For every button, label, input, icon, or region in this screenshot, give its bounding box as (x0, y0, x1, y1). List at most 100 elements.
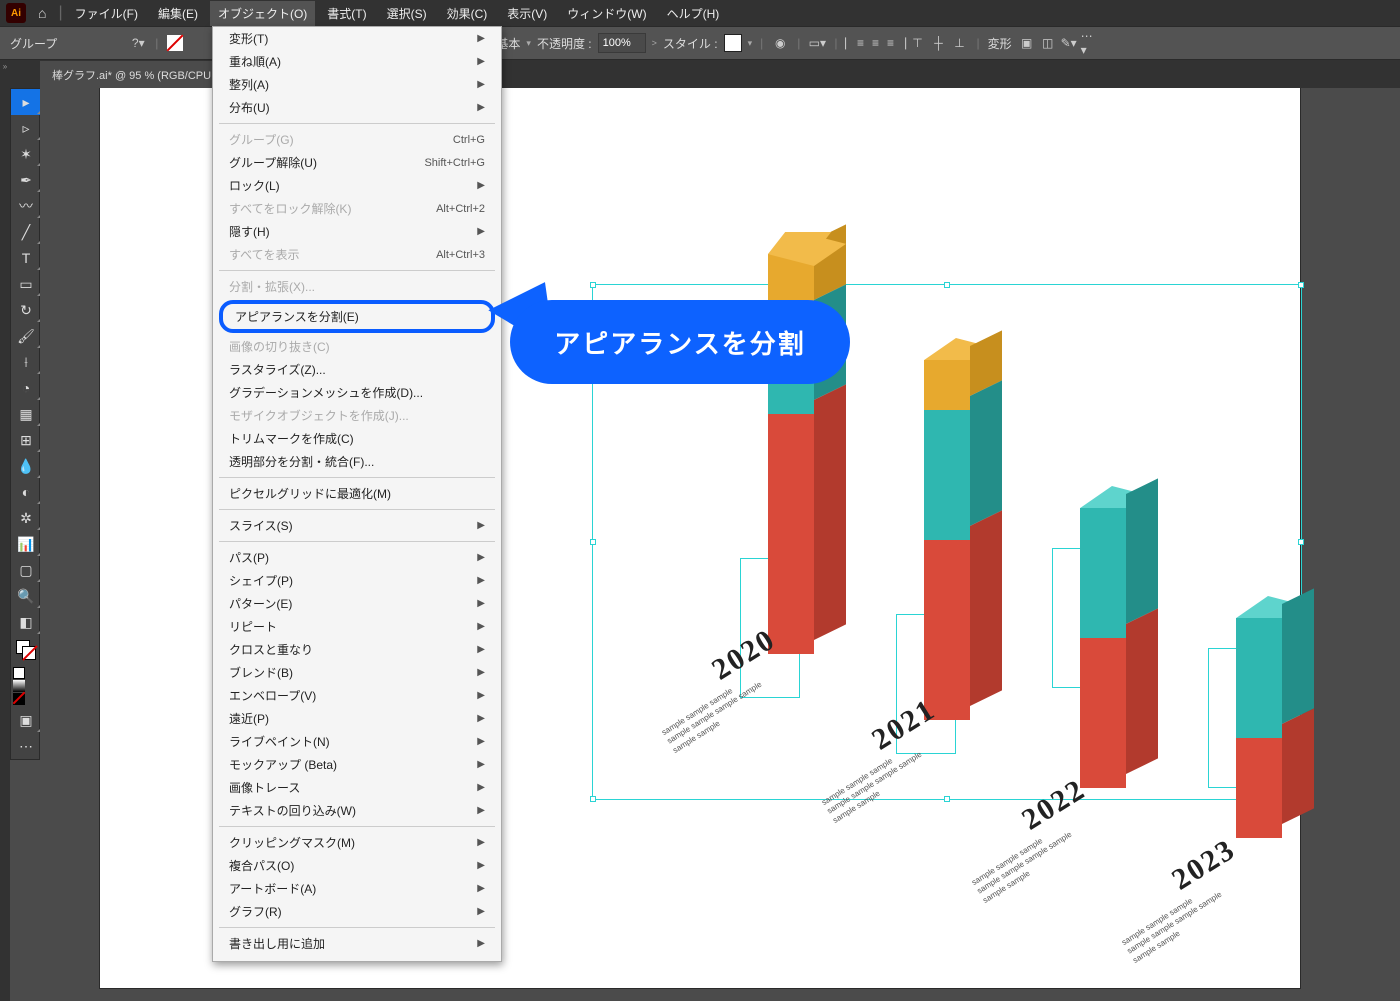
mesh-tool[interactable]: ⊞ (11, 427, 41, 453)
transform-label[interactable]: 変形 (988, 35, 1012, 52)
align-top-icon[interactable]: ⊤ (908, 34, 926, 52)
document-tab-bar: 棒グラフ.ai* @ 95 % (RGB/CPU プレビュー) × × (0, 60, 1400, 88)
menu-item: 画像の切り抜き(C) (213, 335, 501, 358)
menu-item[interactable]: 画像トレース▶ (213, 776, 501, 799)
fill-stroke-icon[interactable] (11, 635, 41, 665)
panel-edge[interactable]: » (0, 60, 10, 1001)
isolate-icon[interactable]: ▣ (1018, 34, 1036, 52)
menu-item[interactable]: クロスと重なり▶ (213, 638, 501, 661)
menu-item[interactable]: グラフ(R)▶ (213, 900, 501, 923)
menu-object[interactable]: オブジェクト(O) (210, 1, 315, 26)
perspective-tool[interactable]: ▦ (11, 401, 41, 427)
help-icon[interactable]: ?▾ (129, 34, 147, 52)
menu-item[interactable]: テキストの回り込み(W)▶ (213, 799, 501, 822)
eyedropper-tool[interactable]: 💧 (11, 453, 41, 479)
align-to-icon[interactable]: ▭▾ (808, 34, 826, 52)
menu-type[interactable]: 書式(T) (319, 1, 374, 26)
menu-edit[interactable]: 編集(E) (150, 1, 206, 26)
zoom-tool[interactable]: 🔍 (11, 583, 41, 609)
object-menu-dropdown: 変形(T)▶重ね順(A)▶整列(A)▶分布(U)▶グループ(G)Ctrl+Gグル… (212, 26, 502, 962)
expand-appearance-highlight[interactable]: アピアランスを分割(E) (219, 300, 495, 333)
align-hcenter-icon[interactable]: ≡ (866, 34, 884, 52)
menu-item[interactable]: パス(P)▶ (213, 546, 501, 569)
menu-item[interactable]: パターン(E)▶ (213, 592, 501, 615)
rotate-tool[interactable]: ↻ (11, 297, 41, 323)
edit-icon[interactable]: ✎▾ (1060, 34, 1078, 52)
align-bottom-icon[interactable]: ⊥ (950, 34, 968, 52)
artboard-tool[interactable]: ▢ (11, 557, 41, 583)
menu-item[interactable]: ロック(L)▶ (213, 174, 501, 197)
opacity-label: 不透明度 : (537, 35, 592, 52)
menu-item[interactable]: ライブペイント(N)▶ (213, 730, 501, 753)
menu-item[interactable]: グループ解除(U)Shift+Ctrl+G (213, 151, 501, 174)
menu-item: すべてをロック解除(K)Alt+Ctrl+2 (213, 197, 501, 220)
control-bar: グループ ?▾ | 基本▾ 不透明度 : > スタイル : ▾ | ◉ | ▭▾… (0, 26, 1400, 60)
menu-item[interactable]: アピアランスを分割(E) (223, 304, 491, 329)
screen-mode-tool[interactable]: ▣ (11, 707, 41, 733)
annotation-callout: アピアランスを分割 (490, 282, 850, 412)
magic-wand-tool[interactable]: ✶ (11, 141, 41, 167)
color-mode-swatches[interactable] (11, 665, 39, 707)
menu-window[interactable]: ウィンドウ(W) (559, 1, 654, 26)
more-icon[interactable]: ⋯▾ (1081, 34, 1099, 52)
rectangle-tool[interactable]: ▭ (11, 271, 41, 297)
menu-item[interactable]: 分布(U)▶ (213, 96, 501, 119)
no-fill-icon[interactable] (166, 34, 184, 52)
sublabel-2022: sample sample samplesample sample sample… (970, 821, 1080, 906)
menu-item[interactable]: トリムマークを作成(C) (213, 427, 501, 450)
align-right-icon[interactable]: ≡⎹ (887, 34, 905, 52)
align-left-icon[interactable]: ⎸≡ (845, 34, 863, 52)
menu-effect[interactable]: 効果(C) (439, 1, 496, 26)
menu-item[interactable]: グラデーションメッシュを作成(D)... (213, 381, 501, 404)
menu-item[interactable]: 変形(T)▶ (213, 27, 501, 50)
menu-item: すべてを表示Alt+Ctrl+3 (213, 243, 501, 266)
line-tool[interactable]: ╱ (11, 219, 41, 245)
menu-item[interactable]: モックアップ (Beta)▶ (213, 753, 501, 776)
paintbrush-tool[interactable]: 🖌 (11, 323, 41, 349)
type-tool[interactable]: T (11, 245, 41, 271)
menu-view[interactable]: 表示(V) (499, 1, 555, 26)
menu-item: モザイクオブジェクトを作成(J)... (213, 404, 501, 427)
width-tool[interactable]: ⟊ (11, 349, 41, 375)
menu-item[interactable]: 整列(A)▶ (213, 73, 501, 96)
selection-type-label: グループ (10, 35, 57, 52)
menu-item[interactable]: 重ね順(A)▶ (213, 50, 501, 73)
symbol-sprayer-tool[interactable]: ✲ (11, 505, 41, 531)
shape-builder-tool[interactable]: ◔ (11, 375, 41, 401)
menu-item[interactable]: アートボード(A)▶ (213, 877, 501, 900)
menu-item[interactable]: 隠す(H)▶ (213, 220, 501, 243)
blend-tool[interactable]: ◐ (11, 479, 41, 505)
menu-file[interactable]: ファイル(F) (67, 1, 146, 26)
edit-toolbar-icon[interactable]: ⋯ (11, 733, 41, 759)
menu-item[interactable]: ピクセルグリッドに最適化(M) (213, 482, 501, 505)
style-swatch[interactable] (724, 34, 742, 52)
menu-item[interactable]: 遠近(P)▶ (213, 707, 501, 730)
menu-select[interactable]: 選択(S) (379, 1, 435, 26)
menu-item[interactable]: スライス(S)▶ (213, 514, 501, 537)
callout-text: アピアランスを分割 (554, 324, 805, 361)
toolbox: ▸ ▹ ✶ ✒ 〰 ╱ T ▭ ↻ 🖌 ⟊ ◔ ▦ ⊞ 💧 ◐ ✲ 📊 ▢ 🔍 … (10, 88, 40, 760)
style-label: スタイル : (663, 35, 718, 52)
selection-tool[interactable]: ▸ (11, 89, 41, 115)
pen-tool[interactable]: ✒ (11, 167, 41, 193)
clip-icon[interactable]: ◫ (1039, 34, 1057, 52)
menu-item[interactable]: 透明部分を分割・統合(F)... (213, 450, 501, 473)
menu-help[interactable]: ヘルプ(H) (659, 1, 728, 26)
menu-item[interactable]: 複合パス(O)▶ (213, 854, 501, 877)
graph-tool[interactable]: 📊 (11, 531, 41, 557)
menu-item[interactable]: クリッピングマスク(M)▶ (213, 831, 501, 854)
menu-item[interactable]: ラスタライズ(Z)... (213, 358, 501, 381)
align-vcenter-icon[interactable]: ┼ (929, 34, 947, 52)
menu-item[interactable]: リピート▶ (213, 615, 501, 638)
curvature-tool[interactable]: 〰 (11, 193, 41, 219)
recolor-icon[interactable]: ◉ (771, 34, 789, 52)
menu-item[interactable]: シェイプ(P)▶ (213, 569, 501, 592)
home-icon[interactable]: ⌂ (38, 5, 46, 21)
gradient-tool[interactable]: ◧ (11, 609, 41, 635)
direct-selection-tool[interactable]: ▹ (11, 115, 41, 141)
menubar: Ai ⌂ | ファイル(F) 編集(E) オブジェクト(O) 書式(T) 選択(… (0, 0, 1400, 26)
menu-item[interactable]: ブレンド(B)▶ (213, 661, 501, 684)
opacity-input[interactable] (598, 33, 646, 53)
menu-item[interactable]: エンベロープ(V)▶ (213, 684, 501, 707)
menu-item[interactable]: 書き出し用に追加▶ (213, 932, 501, 955)
